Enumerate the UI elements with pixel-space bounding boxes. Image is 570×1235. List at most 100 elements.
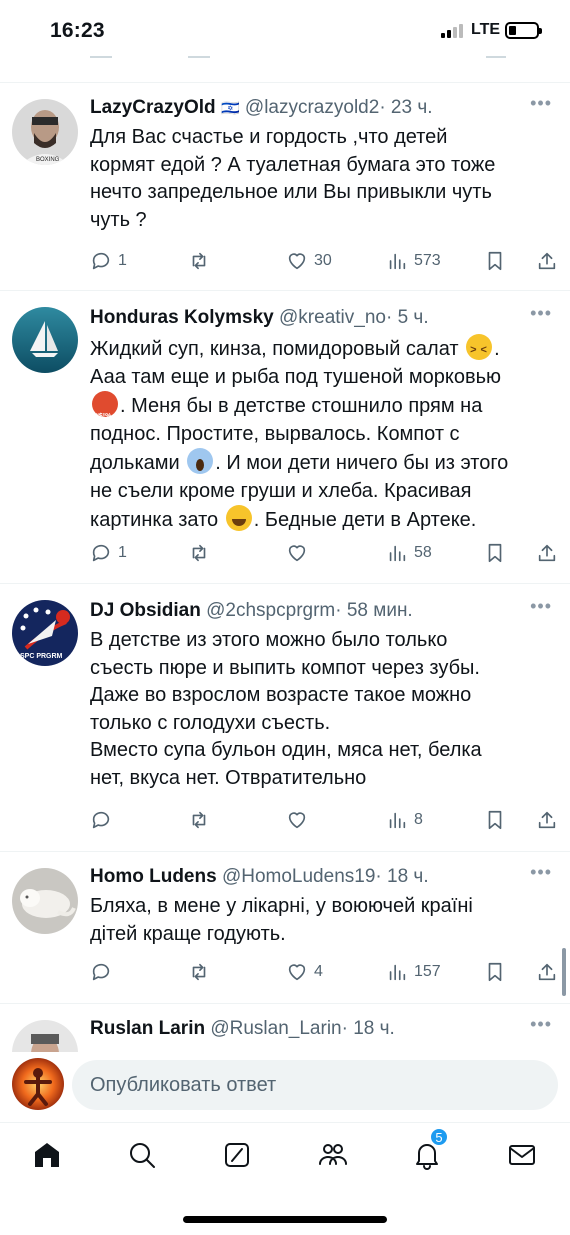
network-type: LTE xyxy=(471,21,501,38)
svg-text:SPC PRGRM: SPC PRGRM xyxy=(20,653,63,660)
communities-tab[interactable] xyxy=(312,1135,352,1175)
like-button[interactable] xyxy=(286,539,314,567)
handle[interactable]: @HomoLudens19 xyxy=(222,866,375,887)
svg-text:BOXING: BOXING xyxy=(36,157,60,163)
tweet-actions: 4 157 xyxy=(90,958,560,986)
tweet-header: DJ Obsidian @2chspcprgrm· 58 мин. xyxy=(90,600,413,622)
retweet-icon xyxy=(192,544,206,562)
retweet-button[interactable] xyxy=(188,539,216,567)
reply-button[interactable] xyxy=(90,958,118,986)
views-icon xyxy=(389,964,406,981)
share-icon xyxy=(538,963,556,981)
reply-icon xyxy=(92,544,110,562)
display-name[interactable]: DJ Obsidian xyxy=(90,600,201,621)
share-icon xyxy=(538,544,556,562)
home-tab[interactable] xyxy=(27,1135,67,1175)
handle[interactable]: @kreativ_no xyxy=(279,307,386,328)
reply-input[interactable] xyxy=(72,1060,558,1110)
share-button[interactable] xyxy=(536,247,558,275)
views-button[interactable]: 58 xyxy=(386,539,432,567)
home-indicator[interactable] xyxy=(183,1216,387,1223)
more-options-icon[interactable]: ••• xyxy=(530,93,552,114)
display-name[interactable]: Ruslan Larin xyxy=(90,1018,205,1039)
like-button[interactable] xyxy=(286,806,314,834)
timestamp[interactable]: · 23 ч. xyxy=(379,97,432,118)
avatar[interactable]: BOXING xyxy=(12,99,78,165)
bookmark-icon xyxy=(488,810,502,830)
grok-icon xyxy=(225,1143,249,1167)
retweet-button[interactable] xyxy=(188,806,216,834)
bookmark-button[interactable] xyxy=(484,539,506,567)
tweet-header: Honduras Kolymsky @kreativ_no· 5 ч. xyxy=(90,307,429,329)
bookmark-icon xyxy=(488,251,502,271)
battery-icon xyxy=(505,22,542,39)
like-button[interactable]: 4 xyxy=(286,958,323,986)
more-options-icon[interactable]: ••• xyxy=(530,303,552,324)
timestamp[interactable]: · 5 ч. xyxy=(386,307,429,328)
tweet[interactable]: Homo Ludens @HomoLudens19· 18 ч. ••• Бля… xyxy=(0,852,570,1004)
reply-composer xyxy=(0,1052,570,1122)
display-name[interactable]: Honduras Kolymsky xyxy=(90,307,274,328)
tweet[interactable]: SPC PRGRM DJ Obsidian @2chspcprgrm· 58 м… xyxy=(0,584,570,852)
timestamp[interactable]: · 18 ч. xyxy=(375,866,428,887)
tweet-text: В детстве из этого можно было только съе… xyxy=(90,629,482,789)
more-options-icon[interactable]: ••• xyxy=(530,1014,552,1035)
display-name[interactable]: LazyCrazyOld xyxy=(90,97,216,118)
scrollbar[interactable] xyxy=(562,948,566,996)
avatar[interactable] xyxy=(12,868,78,934)
israel-flag-icon: 🇮🇱 xyxy=(220,100,240,117)
timestamp[interactable]: · 58 мин. xyxy=(335,600,412,621)
views-button[interactable]: 573 xyxy=(386,247,441,275)
laughing-face-emoji-icon xyxy=(225,505,252,531)
like-button[interactable]: 30 xyxy=(286,247,332,275)
messages-tab[interactable] xyxy=(502,1135,542,1175)
tweet-actions: 1 30 573 xyxy=(90,247,560,275)
share-button[interactable] xyxy=(536,958,558,986)
user-avatar[interactable] xyxy=(12,1058,64,1110)
heart-icon xyxy=(288,812,306,829)
reply-button[interactable] xyxy=(90,806,118,834)
bookmark-button[interactable] xyxy=(484,247,506,275)
tweet[interactable]: Ruslan Larin @Ruslan_Larin· 18 ч. ••• xyxy=(0,1004,570,1052)
share-icon xyxy=(538,252,556,270)
reply-button[interactable]: 1 xyxy=(90,539,127,567)
grok-tab[interactable] xyxy=(217,1135,257,1175)
display-name[interactable]: Homo Ludens xyxy=(90,866,217,887)
reply-button[interactable]: 1 xyxy=(90,247,127,275)
handle[interactable]: @Ruslan_Larin xyxy=(210,1018,341,1039)
share-button[interactable] xyxy=(536,539,558,567)
communities-icon xyxy=(319,1144,347,1165)
share-button[interactable] xyxy=(536,806,558,834)
bookmark-button[interactable] xyxy=(484,958,506,986)
avatar[interactable] xyxy=(12,307,78,373)
avatar[interactable]: SPC PRGRM xyxy=(12,600,78,666)
views-button[interactable]: 8 xyxy=(386,806,423,834)
reply-icon xyxy=(92,963,110,981)
tweet-text: Жидкий суп, кинза, помидоровый салат . А… xyxy=(90,334,556,535)
reply-icon xyxy=(92,252,110,270)
views-button[interactable]: 157 xyxy=(386,958,441,986)
tweet[interactable]: BOXING LazyCrazyOld 🇮🇱 @lazycrazyold2· 2… xyxy=(0,83,570,291)
tweet-text: Бляха, в мене у лікарні, у воюючей країн… xyxy=(90,895,473,945)
views-icon xyxy=(389,545,406,562)
handle[interactable]: @lazycrazyold2 xyxy=(245,97,379,118)
retweet-button[interactable] xyxy=(188,247,216,275)
more-options-icon[interactable]: ••• xyxy=(530,596,552,617)
bookmark-button[interactable] xyxy=(484,806,506,834)
notifications-tab[interactable]: 5 xyxy=(407,1127,449,1175)
signal-strength-icon xyxy=(441,24,465,38)
reply-icon xyxy=(92,811,110,829)
tweet[interactable]: Honduras Kolymsky @kreativ_no· 5 ч. ••• … xyxy=(0,291,570,584)
views-icon xyxy=(389,253,406,270)
avatar[interactable] xyxy=(12,1020,78,1052)
tweet-header: Ruslan Larin @Ruslan_Larin· 18 ч. xyxy=(90,1018,395,1040)
more-options-icon[interactable]: ••• xyxy=(530,862,552,883)
retweet-icon xyxy=(192,252,206,270)
timestamp[interactable]: · 18 ч. xyxy=(342,1018,395,1039)
status-time: 16:23 xyxy=(50,19,105,42)
retweet-button[interactable] xyxy=(188,958,216,986)
previous-tweet-actions-edge xyxy=(0,54,570,68)
search-tab[interactable] xyxy=(122,1135,162,1175)
handle[interactable]: @2chspcprgrm xyxy=(206,600,335,621)
tweet-actions: 8 xyxy=(90,806,560,834)
